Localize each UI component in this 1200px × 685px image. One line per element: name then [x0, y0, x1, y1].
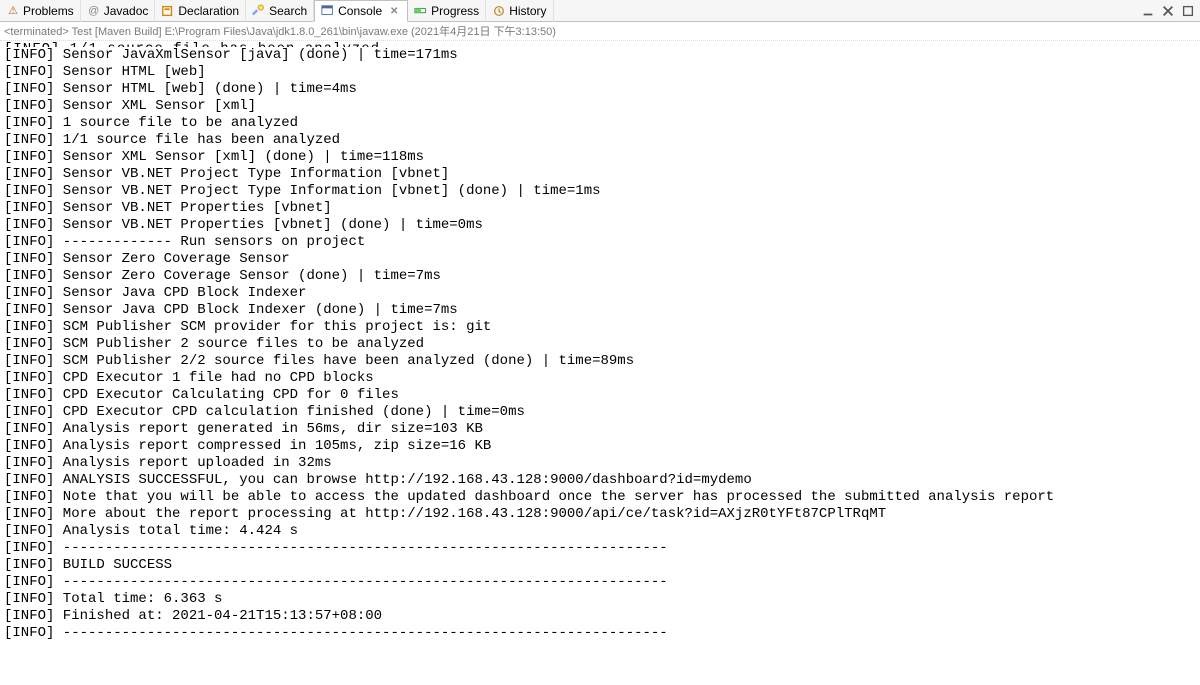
console-output[interactable]: [INFO] Sensor JavaXmlSensor [java] (done… — [0, 47, 1200, 646]
declaration-icon — [161, 4, 175, 18]
minimize-icon[interactable] — [1140, 3, 1156, 19]
problems-icon: ⚠ — [6, 4, 20, 18]
search-icon — [252, 4, 266, 18]
tab-progress[interactable]: Progress — [408, 0, 486, 22]
close-icon[interactable] — [1160, 3, 1176, 19]
tab-console[interactable]: Console ✕ — [314, 0, 408, 22]
tab-search-label: Search — [269, 4, 307, 18]
history-icon — [492, 4, 506, 18]
tab-problems-label: Problems — [23, 4, 74, 18]
tab-history[interactable]: History — [486, 0, 553, 22]
tab-declaration[interactable]: Declaration — [155, 0, 246, 22]
view-tabbar: ⚠ Problems @ Javadoc Declaration Search … — [0, 0, 1200, 22]
console-launch-status: <terminated> Test [Maven Build] E:\Progr… — [0, 22, 1200, 41]
titlebar-icons — [1140, 3, 1200, 19]
javadoc-icon: @ — [87, 4, 101, 18]
tab-javadoc[interactable]: @ Javadoc — [81, 0, 156, 22]
tab-javadoc-label: Javadoc — [104, 4, 149, 18]
pin-icon[interactable]: ✕ — [387, 4, 401, 18]
tab-declaration-label: Declaration — [178, 4, 239, 18]
console-icon — [321, 4, 335, 18]
tab-console-label: Console — [338, 4, 382, 18]
tab-search[interactable]: Search — [246, 0, 314, 22]
tab-progress-label: Progress — [431, 4, 479, 18]
progress-icon — [414, 4, 428, 18]
tab-history-label: History — [509, 4, 546, 18]
maximize-icon[interactable] — [1180, 3, 1196, 19]
tab-problems[interactable]: ⚠ Problems — [0, 0, 81, 22]
